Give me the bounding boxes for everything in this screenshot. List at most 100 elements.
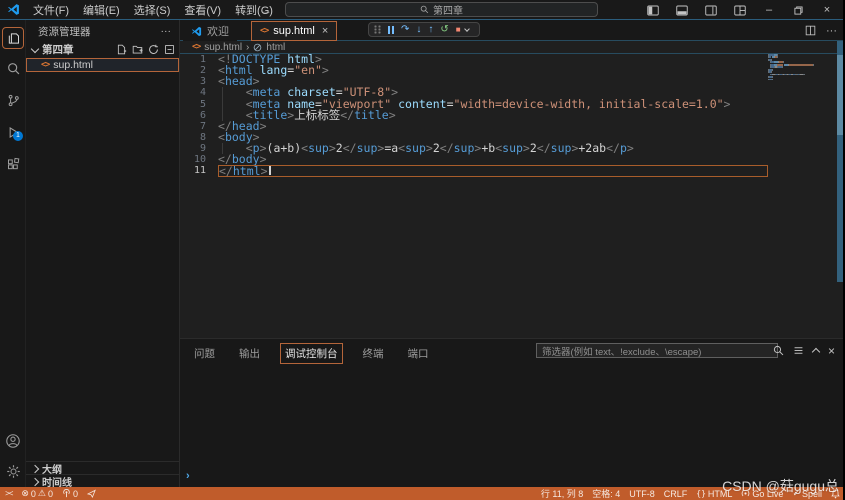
- nav-forward-icon[interactable]: →: [260, 3, 272, 17]
- line-number: 8: [180, 132, 206, 143]
- step-into-icon[interactable]: ↓: [416, 25, 421, 35]
- code-line[interactable]: 10</body>: [180, 154, 843, 165]
- panel-tab-0[interactable]: 问题: [190, 344, 219, 363]
- filter-search-icon[interactable]: [773, 345, 784, 356]
- restart-icon[interactable]: ↺: [440, 25, 448, 35]
- warning-count: 0: [48, 489, 53, 499]
- code-token: >: [724, 97, 731, 111]
- panel-tab-1[interactable]: 输出: [235, 344, 264, 363]
- new-folder-icon[interactable]: [132, 44, 143, 55]
- stop-icon[interactable]: ■: [456, 26, 461, 34]
- code-token: sup: [308, 141, 329, 155]
- folder-section-header[interactable]: 第四章: [26, 42, 179, 57]
- customize-layout-icon[interactable]: [730, 2, 750, 18]
- source-control-icon[interactable]: [0, 82, 26, 112]
- indentation[interactable]: 空格: 4: [592, 487, 620, 500]
- tab-welcome[interactable]: 欢迎: [183, 21, 237, 41]
- nav-back-icon[interactable]: ←: [238, 3, 250, 17]
- code-line[interactable]: 2<html lang="en">: [180, 65, 843, 76]
- menu-item[interactable]: 选择(S): [127, 5, 178, 17]
- editor-more-icon[interactable]: ···: [826, 25, 837, 37]
- close-window-button[interactable]: ×: [817, 2, 837, 18]
- code-token: >: [322, 63, 329, 77]
- panel-tab-4[interactable]: 端口: [404, 344, 433, 363]
- menu-item[interactable]: 文件(F): [26, 5, 76, 17]
- toggle-secondary-sidebar-icon[interactable]: [701, 2, 721, 18]
- breadcrumb-file[interactable]: sup.html: [204, 42, 242, 53]
- accounts-icon[interactable]: [0, 423, 26, 453]
- breadcrumb-symbol[interactable]: html: [266, 42, 285, 53]
- launch-icon[interactable]: [87, 489, 96, 498]
- clear-console-icon[interactable]: [793, 345, 804, 356]
- code-token: >: [260, 119, 267, 133]
- outline-section[interactable]: 大纲: [26, 461, 179, 474]
- pause-icon[interactable]: [388, 26, 394, 34]
- command-center-search[interactable]: 第四章: [285, 2, 598, 17]
- drag-handle-icon[interactable]: [374, 25, 381, 34]
- problems-status[interactable]: ⊗ 0 ⚠ 0: [21, 488, 53, 499]
- status-bar: >< ⊗ 0 ⚠ 0 0 行 11, 列 8 空格: 4 UTF-8 CRLF …: [0, 487, 845, 500]
- step-over-icon[interactable]: ↷: [401, 25, 409, 35]
- new-file-icon[interactable]: [116, 44, 127, 55]
- toggle-sidebar-icon[interactable]: [643, 2, 663, 18]
- watermark: CSDN @菇gugu总: [722, 476, 839, 496]
- minimap-line: [768, 56, 824, 58]
- debug-console-prompt[interactable]: ›: [186, 470, 190, 482]
- panel-tab-active[interactable]: 调试控制台: [280, 343, 343, 364]
- code-token: +b: [481, 141, 495, 155]
- file-item-sup-html[interactable]: <> sup.html: [26, 58, 179, 72]
- minimize-button[interactable]: –: [759, 2, 779, 18]
- line-content: </body>: [218, 154, 768, 165]
- code-token: </: [340, 108, 354, 122]
- code-line[interactable]: 7</head>: [180, 121, 843, 132]
- braces-icon: {}: [696, 489, 706, 498]
- code-token: sup: [551, 141, 572, 155]
- chevron-down-icon[interactable]: [464, 26, 470, 32]
- refresh-icon[interactable]: [148, 44, 159, 55]
- menu-item[interactable]: 编辑(E): [76, 5, 127, 17]
- code-line[interactable]: 6 <title>上标标签</title>: [180, 110, 843, 121]
- radio-tower-icon: [62, 489, 71, 498]
- run-debug-icon[interactable]: 1: [0, 114, 26, 144]
- minimap-line: [768, 64, 824, 66]
- minimap[interactable]: [768, 54, 824, 94]
- debug-console-filter-input[interactable]: 筛选器(例如 text、!exclude、\escape): [536, 343, 778, 358]
- folder-name: 第四章: [42, 42, 74, 57]
- code-line[interactable]: 9 <p>(a+b)<sup>2</sup>=a<sup>2</sup>+b<s…: [180, 143, 843, 154]
- line-number: 4: [180, 87, 206, 98]
- code-token: </: [606, 141, 620, 155]
- ports-status[interactable]: 0: [62, 489, 78, 499]
- extensions-icon[interactable]: [0, 146, 26, 176]
- code-line[interactable]: 11</html>: [180, 165, 843, 176]
- cursor-position[interactable]: 行 11, 列 8: [541, 487, 583, 500]
- tab-sup-html[interactable]: <> sup.html ×: [251, 21, 337, 41]
- encoding[interactable]: UTF-8: [629, 489, 655, 499]
- line-number: 5: [180, 99, 206, 110]
- restore-button[interactable]: [788, 2, 808, 18]
- menu-item[interactable]: 查看(V): [177, 5, 228, 17]
- code-token: >: [389, 108, 396, 122]
- code-token: sup: [454, 141, 475, 155]
- toggle-panel-icon[interactable]: [672, 2, 692, 18]
- code-editor[interactable]: 1<!DOCTYPE html>2<html lang="en">3<head>…: [180, 54, 843, 338]
- explorer-icon[interactable]: [0, 20, 26, 50]
- split-editor-icon[interactable]: [805, 25, 816, 36]
- step-out-icon[interactable]: ↑: [428, 25, 433, 35]
- timeline-section[interactable]: 时间线: [26, 474, 179, 487]
- minimap-line: [768, 74, 824, 76]
- collapse-all-icon[interactable]: [164, 44, 175, 55]
- eol-sequence[interactable]: CRLF: [664, 489, 688, 499]
- code-token: >: [329, 141, 336, 155]
- code-token: =a: [384, 141, 398, 155]
- close-panel-icon[interactable]: ×: [828, 345, 835, 357]
- minimap-line: [768, 71, 824, 73]
- tab-close-icon[interactable]: ×: [322, 25, 328, 37]
- panel-tab-3[interactable]: 终端: [359, 344, 388, 363]
- search-sidebar-icon[interactable]: [0, 50, 26, 80]
- code-token: title: [354, 108, 389, 122]
- remote-indicator-icon[interactable]: ><: [5, 489, 12, 498]
- maximize-panel-icon[interactable]: [813, 346, 819, 355]
- tab-label: 欢迎: [207, 23, 229, 39]
- settings-gear-icon[interactable]: [0, 453, 26, 483]
- explorer-more-icon[interactable]: ···: [161, 25, 172, 37]
